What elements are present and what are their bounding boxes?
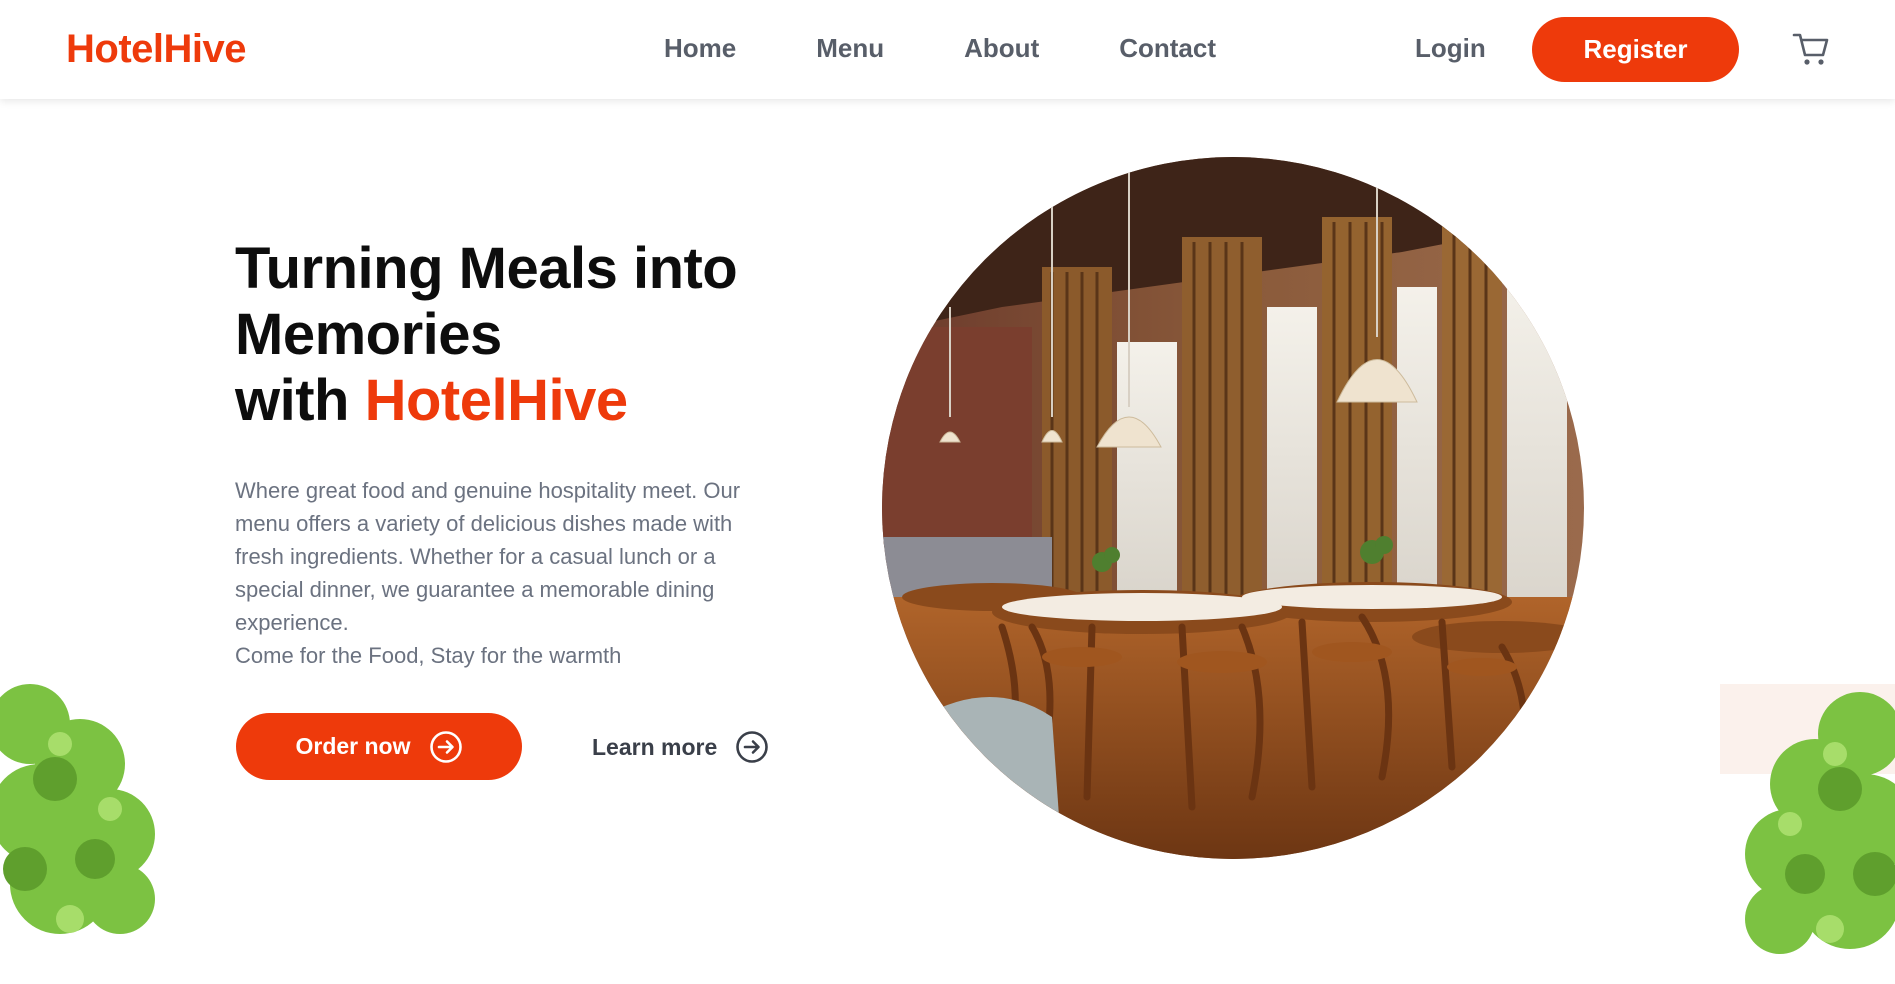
- lettuce-decoration-left: [0, 684, 155, 934]
- learn-more-link[interactable]: Learn more: [592, 727, 769, 767]
- main-nav: Home Menu About Contact: [664, 33, 1296, 64]
- top-navbar: HotelHive Home Menu About Contact Login …: [0, 0, 1895, 99]
- brand-logo[interactable]: HotelHive: [66, 27, 247, 72]
- shopping-cart-icon[interactable]: [1792, 31, 1830, 67]
- register-button[interactable]: Register: [1532, 17, 1739, 82]
- order-now-label: Order now: [295, 733, 411, 759]
- arrow-circle-right-icon: [736, 731, 769, 763]
- nav-link-home[interactable]: Home: [664, 33, 736, 64]
- hero-title-brand: HotelHive: [364, 368, 629, 433]
- login-link[interactable]: Login: [1415, 33, 1486, 64]
- hero-title: Turning Meals into Memories with HotelHi…: [235, 236, 835, 434]
- hero-title-line-1: Turning Meals into: [235, 236, 738, 301]
- nav-link-menu[interactable]: Menu: [816, 33, 884, 64]
- nav-link-about[interactable]: About: [964, 33, 1039, 64]
- order-now-button[interactable]: Order now: [236, 713, 522, 780]
- hero-description: Where great food and genuine hospitality…: [235, 478, 741, 635]
- restaurant-interior-photo: [882, 157, 1584, 859]
- lettuce-decoration-right: [1720, 684, 1895, 954]
- arrow-circle-right-icon: [429, 730, 462, 763]
- nav-link-contact[interactable]: Contact: [1119, 33, 1216, 64]
- hero-title-line-2: Memories: [235, 302, 502, 367]
- hero-title-line-3-prefix: with: [235, 368, 349, 433]
- hero-tagline: Come for the Food, Stay for the warmth: [235, 643, 622, 668]
- learn-more-label: Learn more: [592, 733, 718, 760]
